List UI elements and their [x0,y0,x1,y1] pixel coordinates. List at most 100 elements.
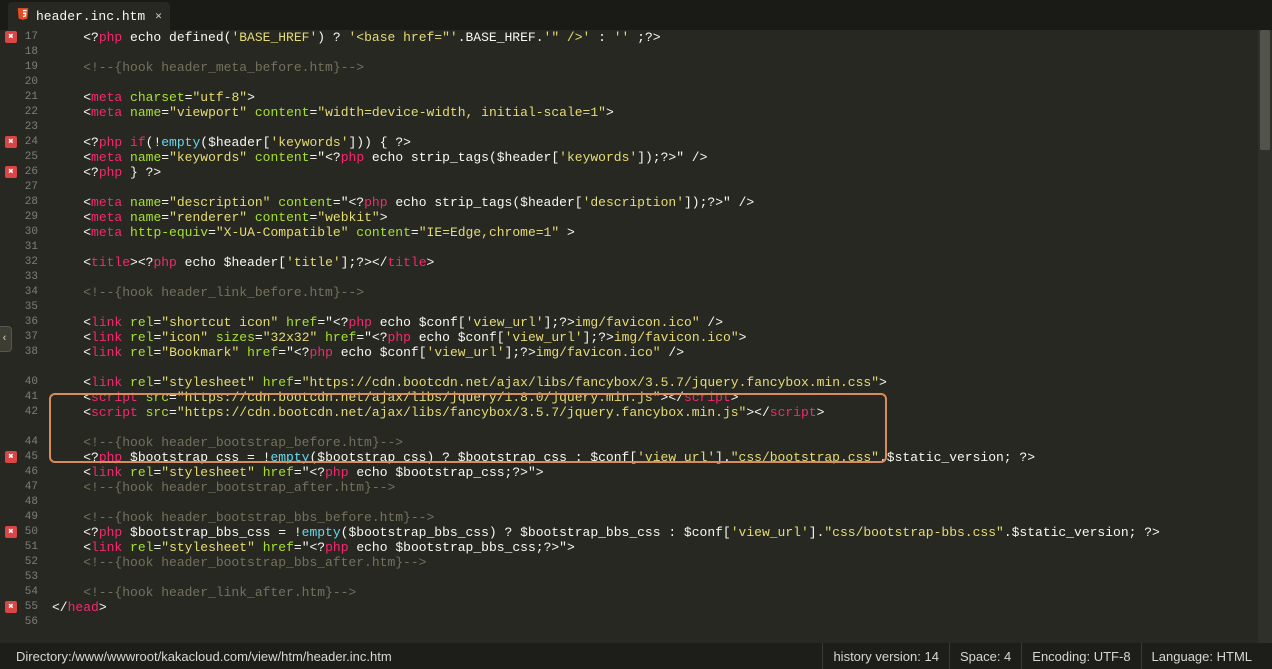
code-line[interactable]: <meta name="description" content="<?php … [48,195,1272,210]
code-line[interactable]: <!--{hook header_bootstrap_bbs_before.ht… [48,510,1272,525]
gutter-line: 51 [0,540,38,555]
code-area[interactable]: <?php echo defined('BASE_HREF') ? '<base… [48,30,1272,643]
code-line[interactable]: <?php } ?> [48,165,1272,180]
code-line[interactable]: <script src="https://cdn.bootcdn.net/aja… [48,390,1272,405]
gutter-line: 34 [0,285,38,300]
code-line[interactable]: </head> [48,600,1272,615]
gutter-line: 40 [0,375,38,390]
code-line[interactable]: <link rel="stylesheet" href="<?php echo … [48,540,1272,555]
code-line[interactable] [48,570,1272,585]
code-line[interactable]: <meta http-equiv="X-UA-Compatible" conte… [48,225,1272,240]
line-gutter: 17✖18192021222324✖2526✖27282930313233343… [0,30,48,643]
gutter-line: 24✖ [0,135,38,150]
gutter-line: 35 [0,300,38,315]
code-line[interactable]: <meta charset="utf-8"> [48,90,1272,105]
gutter-line: 52 [0,555,38,570]
status-bar: Directory: /www/wwwroot/kakacloud.com/vi… [0,643,1272,669]
code-line[interactable]: <link rel="shortcut icon" href="<?php ec… [48,315,1272,330]
gutter-line: 50✖ [0,525,38,540]
gutter-line: 23 [0,120,38,135]
close-icon[interactable]: ✕ [155,9,162,23]
gutter-line: 30 [0,225,38,240]
error-icon[interactable]: ✖ [5,526,17,538]
status-encoding[interactable]: Encoding: UTF-8 [1021,643,1140,669]
gutter-line: 19 [0,60,38,75]
gutter-line: 29 [0,210,38,225]
gutter-line: 38 [0,345,38,360]
gutter-line [0,360,38,375]
code-line[interactable]: <?php echo defined('BASE_HREF') ? '<base… [48,30,1272,45]
code-line[interactable]: <?php $bootstrap_css = !empty($bootstrap… [48,450,1272,465]
code-line[interactable] [48,120,1272,135]
code-line[interactable]: <!--{hook header_meta_before.htm}--> [48,60,1272,75]
gutter-line: 48 [0,495,38,510]
gutter-line: 47 [0,480,38,495]
gutter-line: 46 [0,465,38,480]
status-directory[interactable]: Directory: /www/wwwroot/kakacloud.com/vi… [10,643,402,669]
code-line[interactable] [48,270,1272,285]
code-line[interactable] [48,420,1272,435]
error-icon[interactable]: ✖ [5,136,17,148]
gutter-line: 44 [0,435,38,450]
scrollbar-thumb[interactable] [1260,30,1270,150]
status-history[interactable]: history version: 14 [822,643,949,669]
gutter-line: 54 [0,585,38,600]
code-line[interactable]: <?php $bootstrap_bbs_css = !empty($boots… [48,525,1272,540]
status-language[interactable]: Language: HTML [1141,643,1262,669]
code-line[interactable]: <title><?php echo $header['title'];?></t… [48,255,1272,270]
gutter-line: 28 [0,195,38,210]
code-line[interactable] [48,300,1272,315]
code-line[interactable] [48,240,1272,255]
code-line[interactable]: <meta name="keywords" content="<?php ech… [48,150,1272,165]
gutter-line: 27 [0,180,38,195]
code-line[interactable]: <!--{hook header_link_after.htm}--> [48,585,1272,600]
gutter-line: 17✖ [0,30,38,45]
gutter-line: 41 [0,390,38,405]
error-icon[interactable]: ✖ [5,166,17,178]
gutter-line: 56 [0,615,38,630]
gutter-line: 36 [0,315,38,330]
gutter-line: 26✖ [0,165,38,180]
code-line[interactable]: <!--{hook header_bootstrap_after.htm}--> [48,480,1272,495]
gutter-line: 55✖ [0,600,38,615]
gutter-line: 37 [0,330,38,345]
code-line[interactable]: <link rel="stylesheet" href="https://cdn… [48,375,1272,390]
code-line[interactable]: <!--{hook header_bootstrap_bbs_after.htm… [48,555,1272,570]
error-icon[interactable]: ✖ [5,601,17,613]
gutter-line: 21 [0,90,38,105]
editor: ‹ 17✖18192021222324✖2526✖272829303132333… [0,30,1272,643]
code-line[interactable]: <!--{hook header_bootstrap_before.htm}--… [48,435,1272,450]
gutter-line: 31 [0,240,38,255]
html5-icon [16,7,30,26]
code-line[interactable]: <!--{hook header_link_before.htm}--> [48,285,1272,300]
gutter-line: 42 [0,405,38,420]
code-line[interactable] [48,45,1272,60]
vertical-scrollbar[interactable] [1258,30,1272,643]
tab-bar: header.inc.htm ✕ [0,0,1272,30]
code-line[interactable]: <meta name="viewport" content="width=dev… [48,105,1272,120]
code-line[interactable]: <link rel="stylesheet" href="<?php echo … [48,465,1272,480]
gutter-line: 53 [0,570,38,585]
code-line[interactable]: <link rel="icon" sizes="32x32" href="<?p… [48,330,1272,345]
code-line[interactable]: <meta name="renderer" content="webkit"> [48,210,1272,225]
code-line[interactable] [48,495,1272,510]
tab-title: header.inc.htm [36,9,145,24]
code-line[interactable] [48,615,1272,630]
status-space[interactable]: Space: 4 [949,643,1021,669]
gutter-line: 45✖ [0,450,38,465]
gutter-line: 49 [0,510,38,525]
code-line[interactable]: <?php if(!empty($header['keywords'])) { … [48,135,1272,150]
gutter-line: 18 [0,45,38,60]
gutter-line: 33 [0,270,38,285]
code-line[interactable]: <script src="https://cdn.bootcdn.net/aja… [48,405,1272,420]
error-icon[interactable]: ✖ [5,451,17,463]
code-line[interactable] [48,360,1272,375]
code-line[interactable]: <link rel="Bookmark" href="<?php echo $c… [48,345,1272,360]
gutter-line [0,420,38,435]
gutter-line: 22 [0,105,38,120]
code-line[interactable] [48,75,1272,90]
error-icon[interactable]: ✖ [5,31,17,43]
tab-header-inc-htm[interactable]: header.inc.htm ✕ [8,2,170,30]
gutter-line: 20 [0,75,38,90]
code-line[interactable] [48,180,1272,195]
